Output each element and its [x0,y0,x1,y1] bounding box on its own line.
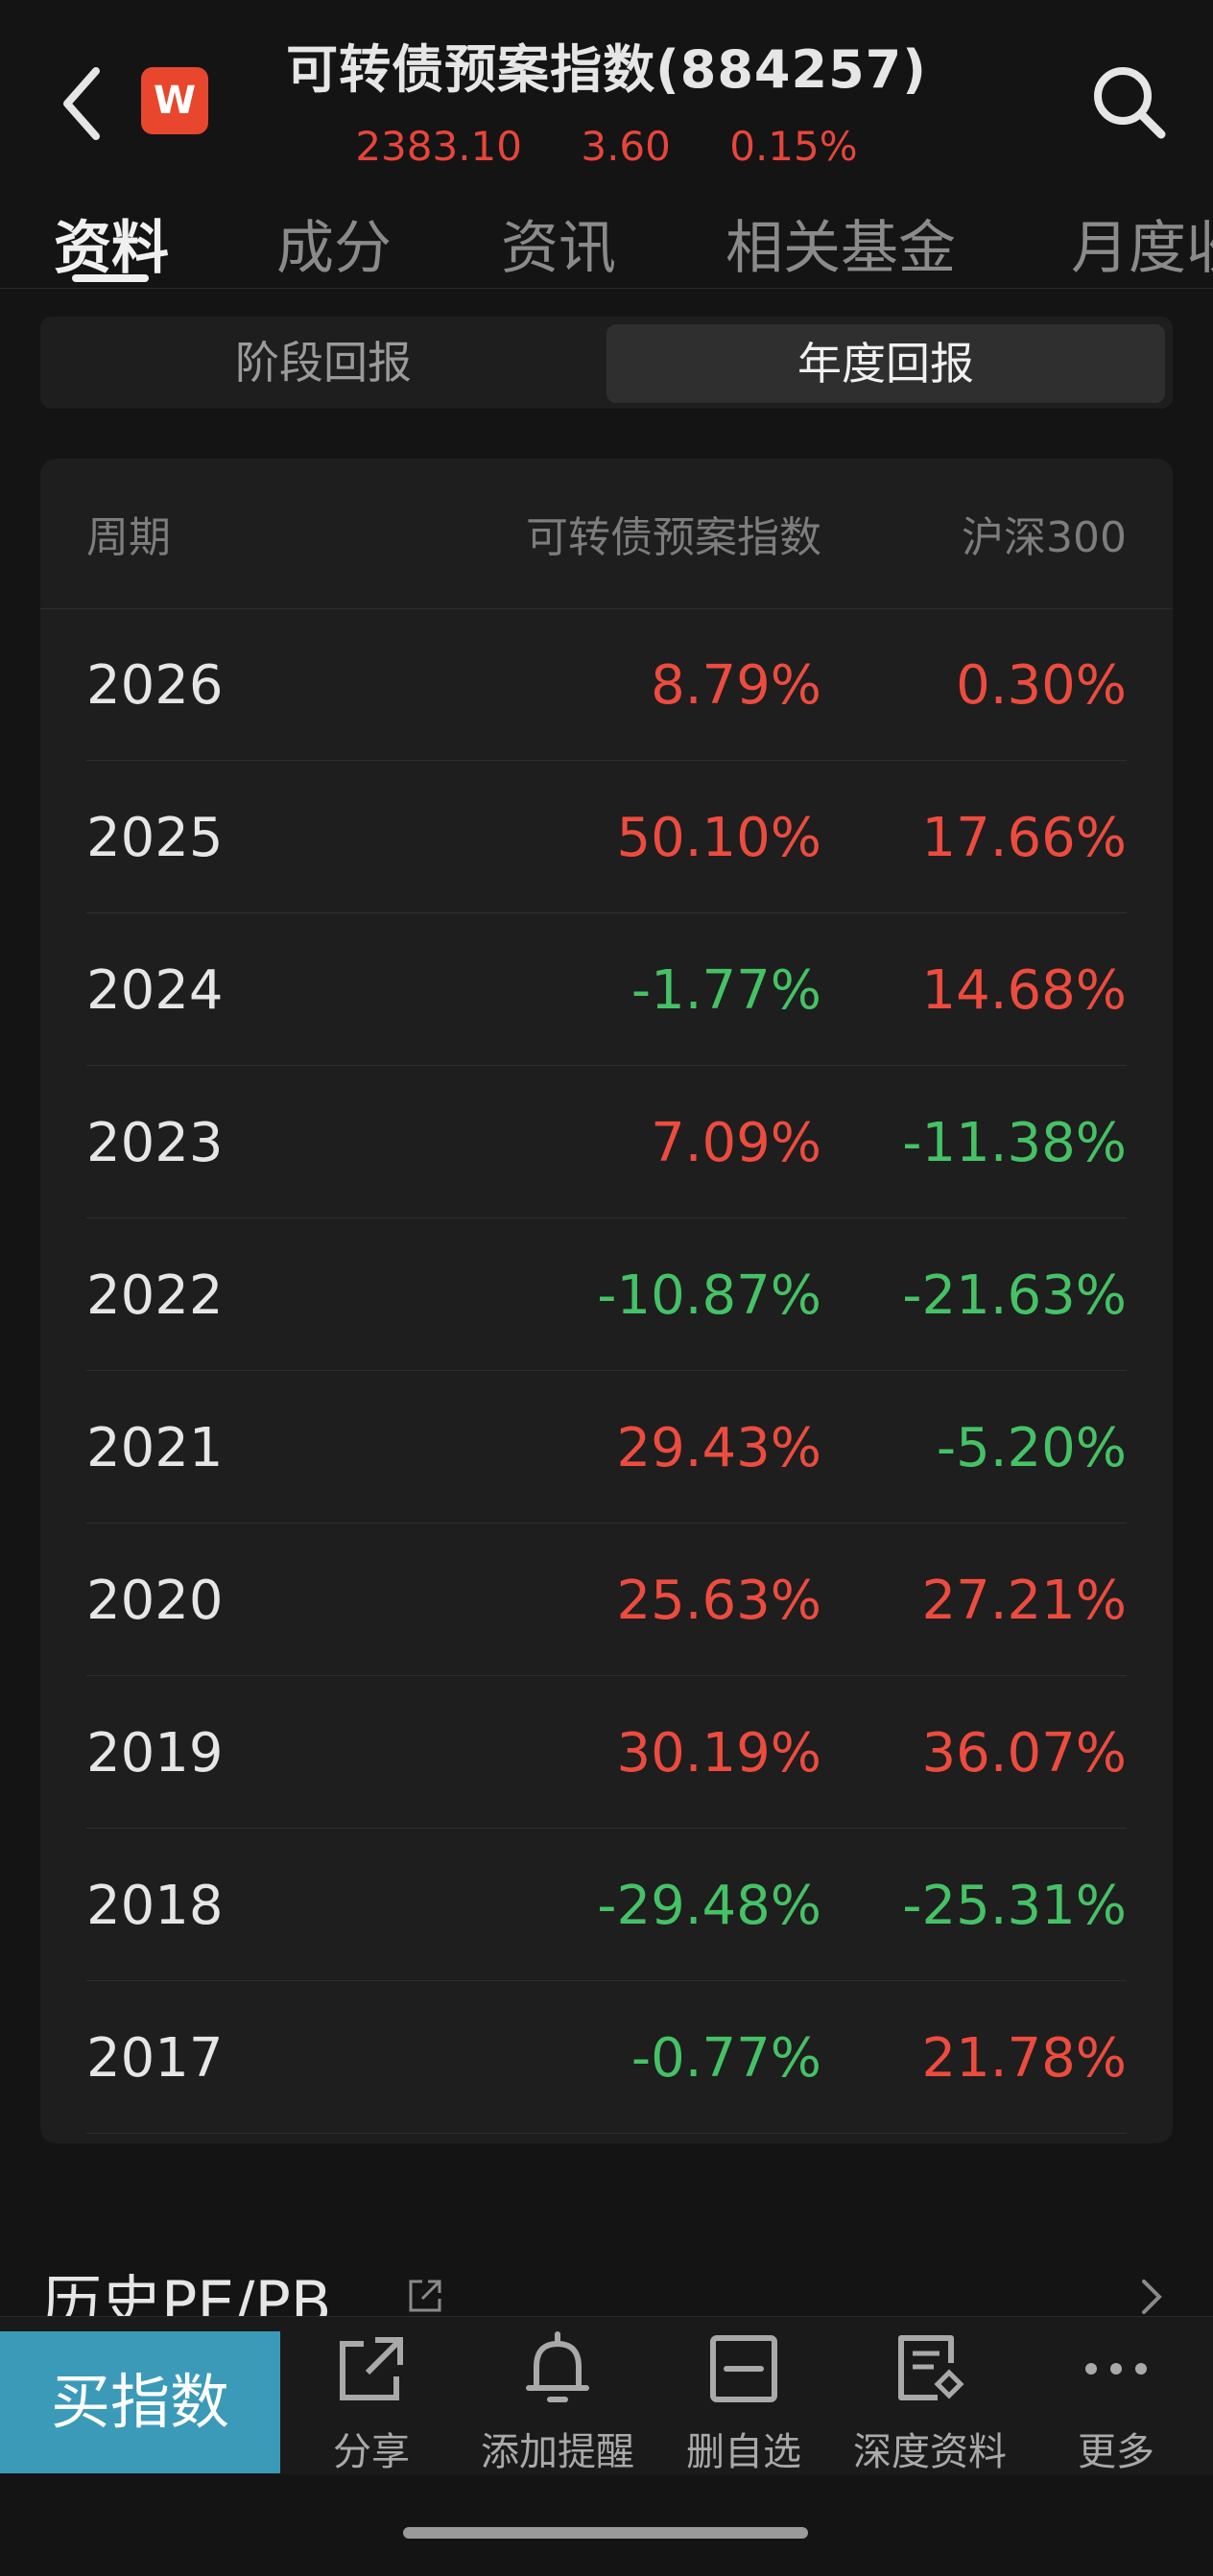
row-hs300-return: -25.31% [902,1875,1127,1937]
table-row: 2018 -29.48% -25.31% [86,1829,1127,1981]
table-header: 周期 可转债预案指数 沪深300 [40,459,1173,609]
deep-data-icon [898,2335,964,2400]
row-hs300-return: -21.63% [902,1264,1127,1327]
row-year: 2023 [86,1112,224,1174]
row-year: 2024 [86,959,224,1022]
search-icon[interactable] [1090,63,1167,140]
row-index-return: 29.43% [616,1417,821,1479]
bottom-action-bar: 买指数 分享 添加提醒 删自选 深度资料 更多 [0,2316,1213,2474]
bell-icon [526,2331,589,2402]
row-hs300-return: 0.30% [956,654,1127,717]
chevron-right-icon[interactable] [1140,2278,1163,2316]
table-row: 2026 8.79% 0.30% [86,608,1127,761]
tab-monthly-returns[interactable]: 月度收 [1071,201,1213,285]
remove-watchlist-label: 删自选 [686,2430,801,2474]
header-index: 可转债预案指数 [526,513,821,562]
tab-profile[interactable]: 资料 [54,201,169,285]
segment-stage-returns[interactable]: 阶段回报 [40,317,606,409]
row-index-return: 50.10% [616,807,821,869]
row-hs300-return: 27.21% [921,1570,1127,1632]
row-hs300-return: -11.38% [902,1112,1127,1174]
add-alert-button[interactable]: 添加提醒 [466,2330,649,2474]
row-year: 2025 [86,807,224,869]
row-index-return: -29.48% [597,1875,821,1937]
share-icon [340,2337,403,2400]
row-index-return: 8.79% [651,654,821,717]
table-row: 2022 -10.87% -21.63% [86,1218,1127,1371]
row-hs300-return: -5.20% [936,1417,1127,1479]
header: W 可转债预案指数(884257) 2383.10 3.60 0.15% [0,0,1213,192]
row-index-return: 25.63% [616,1570,821,1632]
row-hs300-return: 36.07% [921,1722,1127,1784]
active-tab-indicator [72,274,149,282]
row-year: 2018 [86,1875,224,1937]
deep-data-label: 深度资料 [853,2430,1007,2474]
row-year: 2021 [86,1417,224,1479]
row-hs300-return: 17.66% [921,807,1127,869]
tab-related-funds[interactable]: 相关基金 [725,201,956,285]
price-change-pct: 0.15% [729,123,858,170]
tab-constituents[interactable]: 成分 [276,201,392,285]
return-period-segment: 阶段回报 年度回报 [40,317,1173,409]
row-year: 2020 [86,1570,224,1632]
table-row: 2017 -0.77% 21.78% [86,1981,1127,2134]
row-hs300-return: 21.78% [921,2027,1127,2090]
price-quote: 2383.10 3.60 0.15% [0,123,1213,170]
table-row: 2020 25.63% 27.21% [86,1524,1127,1676]
buy-index-button[interactable]: 买指数 [0,2331,280,2473]
row-index-return: -1.77% [630,959,821,1022]
row-year: 2026 [86,654,224,717]
price-change: 3.60 [581,123,671,170]
row-index-return: -10.87% [597,1264,821,1327]
header-period: 周期 [86,513,171,562]
external-link-icon[interactable] [405,2276,445,2316]
share-label: 分享 [333,2430,410,2474]
deep-data-button[interactable]: 深度资料 [839,2330,1021,2474]
tab-news[interactable]: 资讯 [501,201,616,285]
remove-watchlist-button[interactable]: 删自选 [653,2330,835,2474]
table-row: 2025 50.10% 17.66% [86,761,1127,913]
row-hs300-return: 14.68% [921,959,1127,1022]
remove-watchlist-icon [710,2335,777,2402]
segment-annual-returns[interactable]: 年度回报 [606,324,1165,403]
share-button[interactable]: 分享 [280,2330,463,2474]
row-index-return: -0.77% [630,2027,821,2090]
row-year: 2017 [86,2027,224,2090]
price-value: 2383.10 [355,123,522,170]
more-button[interactable]: 更多 [1025,2330,1207,2474]
home-indicator[interactable] [403,2527,808,2539]
header-hs300: 沪深300 [962,513,1127,562]
row-year: 2022 [86,1264,224,1327]
page-title: 可转债预案指数(884257) [286,39,927,100]
row-year: 2019 [86,1722,224,1784]
table-row: 2019 30.19% 36.07% [86,1676,1127,1829]
table-row: 2021 29.43% -5.20% [86,1371,1127,1524]
add-alert-label: 添加提醒 [481,2430,634,2474]
table-row: 2024 -1.77% 14.68% [86,913,1127,1066]
table-row: 2023 7.09% -11.38% [86,1066,1127,1218]
annual-returns-table: 周期 可转债预案指数 沪深300 2026 8.79% 0.30% 2025 50.10… [40,459,1173,2143]
more-icon [1085,2363,1147,2375]
tab-bar: 资料 成分 资讯 相关基金 月度收 [0,192,1213,289]
more-label: 更多 [1078,2430,1154,2474]
row-index-return: 7.09% [651,1112,821,1174]
row-index-return: 30.19% [616,1722,821,1784]
